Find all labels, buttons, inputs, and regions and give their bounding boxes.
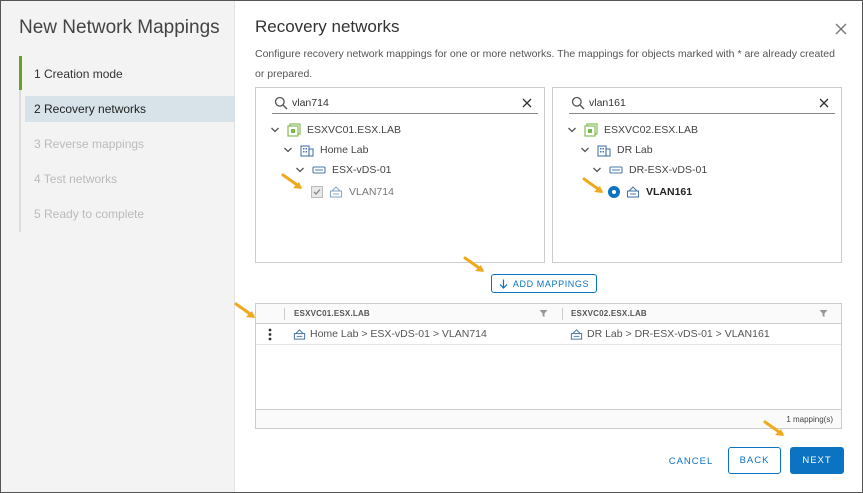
tree-node-network[interactable]: VLAN161 (608, 183, 692, 201)
source-search-box (272, 94, 538, 114)
wizard-sidebar: New Network Mappings 1 Creation mode 2 R… (1, 1, 235, 492)
annotation-arrow-icon (234, 302, 255, 318)
mapping-count: 1 mapping(s) (786, 415, 833, 424)
chevron-down-icon[interactable] (270, 125, 280, 135)
source-search-input[interactable] (292, 95, 512, 111)
tree-node-vcenter[interactable]: ESXVC01.ESX.LAB (270, 121, 401, 139)
distributed-switch-icon (609, 166, 623, 174)
annotation-arrow-icon (463, 256, 484, 272)
cancel-button[interactable]: CANCEL (661, 448, 721, 474)
filter-icon[interactable] (819, 309, 828, 318)
annotation-arrow-icon (281, 173, 302, 189)
annotation-arrow-icon (582, 177, 603, 193)
wizard-title: New Network Mappings (19, 17, 220, 38)
recovery-networks-panel: ESXVC02.ESX.LAB DR Lab DR-ESX-vDS-01 VLA… (552, 87, 842, 263)
step-recovery-networks[interactable]: 2 Recovery networks (25, 96, 235, 122)
tree-node-switch[interactable]: ESX-vDS-01 (295, 161, 392, 179)
close-icon[interactable] (833, 21, 849, 37)
table-row[interactable]: Home Lab > ESX-vDS-01 > VLAN714 DR Lab >… (256, 324, 841, 345)
recovery-search-box (569, 94, 835, 114)
chevron-down-icon[interactable] (580, 145, 590, 155)
check-icon (313, 189, 321, 195)
column-separator (562, 308, 563, 320)
chevron-down-icon[interactable] (592, 165, 602, 175)
network-checkbox[interactable] (311, 186, 323, 198)
tree-node-label: Home Lab (320, 144, 369, 156)
tree-node-label: DR-ESX-vDS-01 (629, 164, 708, 176)
clear-search-icon[interactable] (818, 97, 830, 109)
back-button[interactable]: BACK (728, 447, 781, 474)
tree-node-label: ESX-vDS-01 (332, 164, 392, 176)
source-network-path: Home Lab > ESX-vDS-01 > VLAN714 (310, 328, 487, 340)
tree-node-label: VLAN161 (646, 186, 693, 198)
tree-node-switch[interactable]: DR-ESX-vDS-01 (592, 161, 707, 179)
arrow-down-icon (499, 279, 508, 289)
tree-node-label: ESXVC02.ESX.LAB (604, 124, 698, 136)
port-group-icon (329, 186, 343, 198)
clear-search-icon[interactable] (521, 97, 533, 109)
port-group-icon (293, 329, 306, 340)
recovery-search-input[interactable] (589, 95, 809, 111)
grid-footer: 1 mapping(s) (256, 409, 841, 428)
page-title: Recovery networks (255, 17, 400, 36)
mappings-grid: ESXVC01.ESX.LAB ESXVC02.ESX.LAB Home Lab… (255, 303, 842, 429)
row-actions-icon[interactable] (267, 327, 273, 342)
step-reverse-mappings: 3 Reverse mappings (34, 137, 145, 151)
add-mappings-label: ADD MAPPINGS (512, 278, 590, 289)
new-network-mappings-dialog: New Network Mappings 1 Creation mode 2 R… (0, 0, 863, 493)
tree-node-network[interactable]: VLAN714 (311, 183, 394, 201)
tree-node-label: VLAN714 (349, 186, 394, 198)
tree-node-label: DR Lab (617, 144, 653, 156)
column-separator (284, 308, 285, 320)
tree-node-datacenter[interactable]: DR Lab (580, 141, 653, 159)
chevron-down-icon[interactable] (567, 125, 577, 135)
step-ready-to-complete: 5 Ready to complete (34, 207, 145, 221)
next-button[interactable]: NEXT (790, 447, 844, 474)
filter-icon[interactable] (539, 309, 548, 318)
tree-node-label: ESXVC01.ESX.LAB (307, 124, 401, 136)
network-radio-selected[interactable] (608, 186, 620, 198)
page-description: Configure recovery network mappings for … (255, 48, 835, 80)
tree-node-vcenter[interactable]: ESXVC02.ESX.LAB (567, 121, 698, 139)
step-creation-mode[interactable]: 1 Creation mode (25, 61, 235, 87)
add-mappings-button[interactable]: ADD MAPPINGS (491, 274, 597, 293)
annotation-arrow-icon (763, 420, 784, 436)
source-network-cell: Home Lab > ESX-vDS-01 > VLAN714 (293, 324, 487, 345)
column-header-source[interactable]: ESXVC01.ESX.LAB (294, 304, 370, 324)
chevron-down-icon[interactable] (283, 145, 293, 155)
vcenter-icon (287, 123, 301, 137)
datacenter-icon (300, 145, 314, 157)
grid-header: ESXVC01.ESX.LAB ESXVC02.ESX.LAB (256, 304, 841, 324)
search-icon (274, 96, 288, 110)
port-group-icon (570, 329, 583, 340)
search-icon (571, 96, 585, 110)
target-network-path: DR Lab > DR-ESX-vDS-01 > VLAN161 (587, 328, 770, 340)
distributed-switch-icon (312, 166, 326, 174)
datacenter-icon (597, 145, 611, 157)
step-test-networks: 4 Test networks (34, 172, 118, 186)
column-header-target[interactable]: ESXVC02.ESX.LAB (571, 304, 647, 324)
vcenter-icon (584, 123, 598, 137)
steps-rail-active-indicator (19, 56, 22, 90)
target-network-cell: DR Lab > DR-ESX-vDS-01 > VLAN161 (570, 324, 770, 345)
port-group-icon (626, 186, 640, 198)
tree-node-datacenter[interactable]: Home Lab (283, 141, 368, 159)
